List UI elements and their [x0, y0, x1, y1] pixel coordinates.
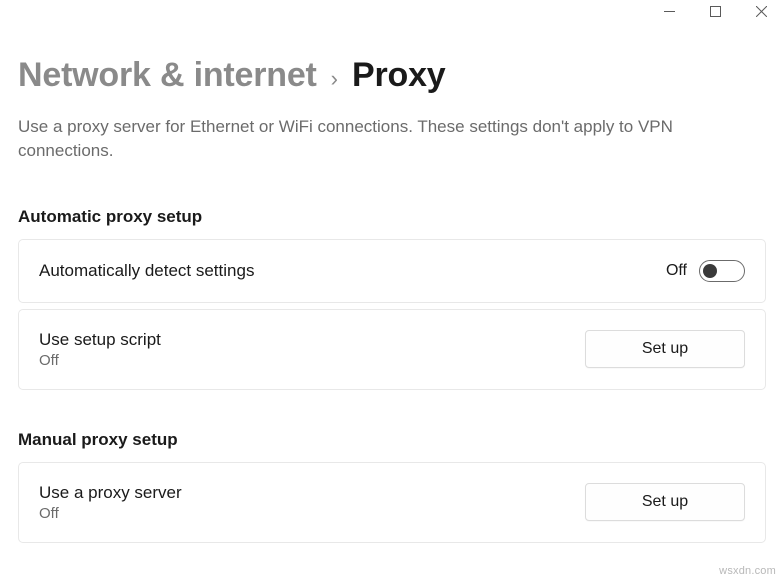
proxy-server-setup-button[interactable]: Set up — [585, 483, 745, 521]
setup-script-button[interactable]: Set up — [585, 330, 745, 368]
watermark: wsxdn.com — [719, 565, 776, 577]
auto-detect-row: Automatically detect settings Off — [18, 239, 766, 303]
toggle-knob-icon — [703, 264, 717, 278]
window-titlebar — [0, 0, 784, 22]
maximize-icon — [710, 6, 721, 17]
automatic-proxy-heading: Automatic proxy setup — [18, 207, 766, 227]
row-text: Use a proxy server Off — [39, 483, 182, 522]
row-subtitle: Off — [39, 352, 161, 369]
row-text: Automatically detect settings — [39, 261, 254, 281]
minimize-icon — [664, 6, 675, 17]
row-text: Use setup script Off — [39, 330, 161, 369]
breadcrumb-current: Proxy — [352, 56, 446, 95]
row-title: Use a proxy server — [39, 483, 182, 503]
row-title: Use setup script — [39, 330, 161, 350]
minimize-button[interactable] — [646, 0, 692, 22]
auto-detect-toggle[interactable] — [699, 260, 745, 282]
page-description: Use a proxy server for Ethernet or WiFi … — [18, 115, 738, 163]
toggle-state-label: Off — [666, 262, 687, 280]
maximize-button[interactable] — [692, 0, 738, 22]
breadcrumb: Network & internet › Proxy — [18, 56, 766, 95]
setup-script-row: Use setup script Off Set up — [18, 309, 766, 390]
row-subtitle: Off — [39, 505, 182, 522]
manual-proxy-heading: Manual proxy setup — [18, 430, 766, 450]
toggle-group: Off — [666, 260, 745, 282]
chevron-right-icon: › — [331, 66, 338, 92]
close-button[interactable] — [738, 0, 784, 22]
breadcrumb-parent[interactable]: Network & internet — [18, 56, 317, 95]
close-icon — [756, 6, 767, 17]
page-content: Network & internet › Proxy Use a proxy s… — [0, 56, 784, 543]
row-title: Automatically detect settings — [39, 261, 254, 281]
proxy-server-row: Use a proxy server Off Set up — [18, 462, 766, 543]
